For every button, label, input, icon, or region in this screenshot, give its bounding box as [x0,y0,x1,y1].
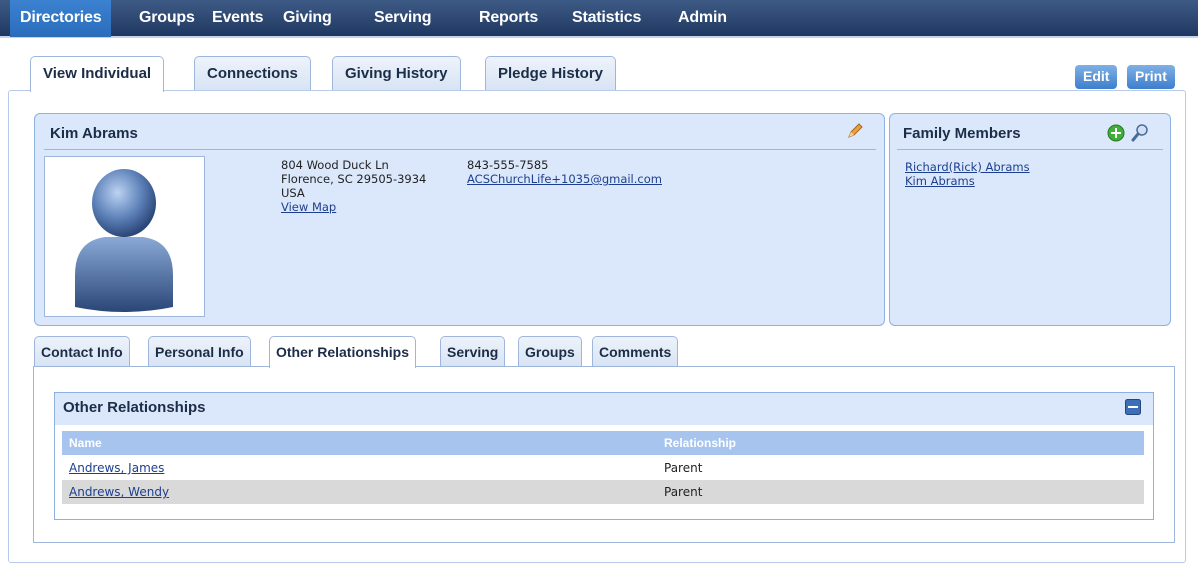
table-row: Andrews, Wendy Parent [62,480,1144,504]
family-member-link[interactable]: Kim Abrams [905,174,1030,188]
table-header: Name Relationship [62,431,1144,455]
tab-contact-info[interactable]: Contact Info [34,336,130,367]
edit-button[interactable]: Edit [1075,65,1118,89]
nav-serving[interactable]: Serving [374,0,431,37]
relationship-name-link[interactable]: Andrews, Wendy [69,480,169,504]
nav-reports[interactable]: Reports [479,0,538,37]
print-button[interactable]: Print [1127,65,1175,89]
view-map-link[interactable]: View Map [281,200,426,214]
divider [897,149,1163,150]
column-name-header[interactable]: Name [69,436,102,450]
column-relationship-header[interactable]: Relationship [664,436,736,450]
relationship-value: Parent [664,485,703,499]
tab-serving[interactable]: Serving [440,336,506,367]
family-title: Family Members [903,125,1021,142]
top-nav: Directories Groups Events Giving Serving… [0,0,1198,38]
tab-pledge-history[interactable]: Pledge History [485,56,617,91]
tab-connections[interactable]: Connections [194,56,311,91]
nav-directories[interactable]: Directories [10,0,112,37]
table-row: Andrews, James Parent [62,456,1144,480]
tab-giving-history[interactable]: Giving History [332,56,461,91]
phone-number: 843-555-7585 [467,158,549,172]
nav-statistics[interactable]: Statistics [572,0,641,37]
family-panel [889,113,1171,326]
collapse-minus-icon[interactable] [1125,399,1141,415]
tab-personal-info[interactable]: Personal Info [148,336,251,367]
relationships-title: Other Relationships [63,399,206,416]
nav-groups[interactable]: Groups [139,0,195,37]
contact-block: 843-555-7585 ACSChurchLife+1035@gmail.co… [467,158,662,186]
tab-groups[interactable]: Groups [518,336,582,367]
email-link[interactable]: ACSChurchLife+1035@gmail.com [467,172,662,186]
tab-view-individual[interactable]: View Individual [30,56,165,92]
tab-other-relationships[interactable]: Other Relationships [269,336,417,368]
address-country: USA [281,186,305,200]
user-avatar-icon [75,169,173,312]
search-magnifier-icon[interactable] [1130,123,1150,143]
tab-comments[interactable]: Comments [592,336,679,367]
nav-events[interactable]: Events [212,0,263,37]
nav-admin[interactable]: Admin [678,0,727,37]
address-city: Florence, SC 29505-3934 [281,172,427,186]
nav-giving[interactable]: Giving [283,0,332,37]
profile-photo [44,156,205,317]
family-member-link[interactable]: Richard(Rick) Abrams [905,160,1030,174]
address-block: 804 Wood Duck Ln Florence, SC 29505-3934… [281,158,426,214]
divider [44,149,876,150]
relationship-value: Parent [664,461,703,475]
relationship-name-link[interactable]: Andrews, James [69,456,164,480]
add-green-icon[interactable] [1107,124,1125,142]
address-street: 804 Wood Duck Ln [281,158,389,172]
pencil-edit-icon[interactable] [846,122,864,140]
family-list: Richard(Rick) Abrams Kim Abrams [905,160,1030,188]
relationships-header [55,393,1153,425]
person-name: Kim Abrams [50,125,138,142]
